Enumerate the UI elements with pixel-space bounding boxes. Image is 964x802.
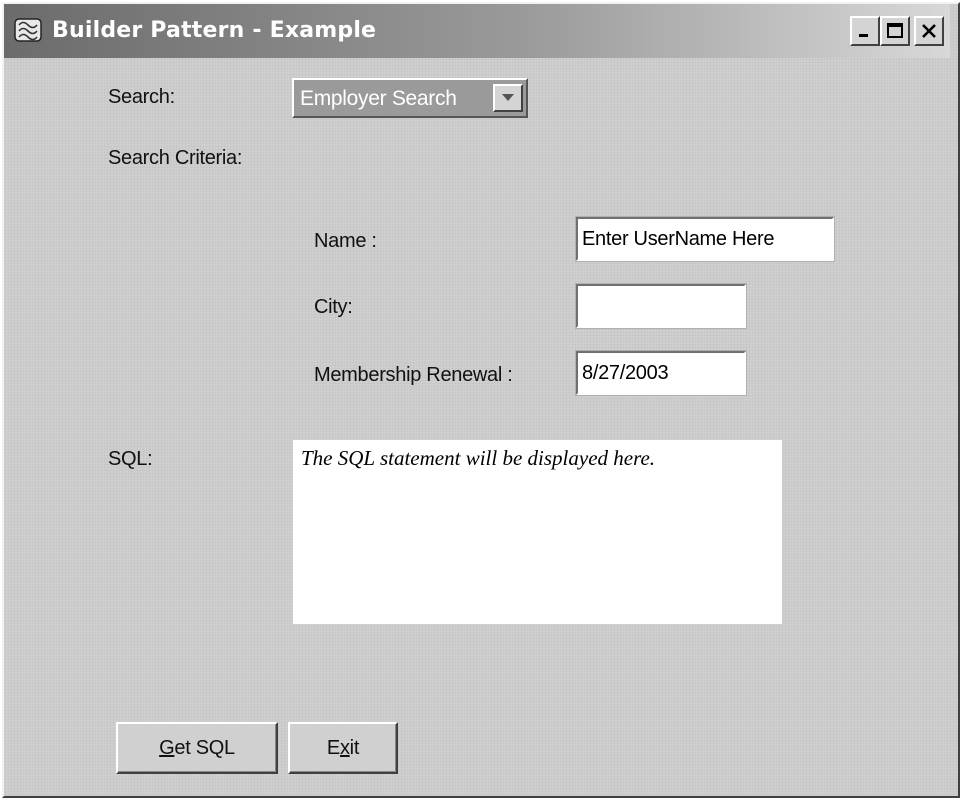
city-label: City:: [314, 296, 353, 318]
maximize-icon: [887, 23, 903, 38]
membership-renewal-label: Membership Renewal :: [314, 364, 513, 386]
minimize-button[interactable]: [850, 16, 880, 46]
sql-output-area[interactable]: The SQL statement will be displayed here…: [293, 440, 782, 624]
minimize-icon: [859, 34, 868, 37]
window-title: Builder Pattern - Example: [52, 18, 377, 43]
search-type-value: Employer Search: [300, 87, 457, 110]
exit-label-start: E: [326, 736, 340, 759]
close-icon: [922, 24, 936, 38]
search-criteria-label: Search Criteria:: [108, 147, 243, 169]
dropdown-arrow-button[interactable]: [493, 84, 523, 112]
maximize-button[interactable]: [880, 16, 910, 46]
get-sql-mnemonic: G: [159, 736, 175, 759]
city-input[interactable]: [575, 283, 747, 329]
exit-label-end: it: [349, 736, 360, 759]
get-sql-label: et SQL: [174, 736, 235, 759]
exit-button[interactable]: Ex it: [288, 722, 398, 774]
search-label: Search:: [108, 86, 175, 108]
app-window: [2, 2, 960, 798]
app-logo-icon: [14, 18, 42, 42]
search-type-dropdown[interactable]: Employer Search: [292, 78, 528, 118]
sql-label: SQL:: [108, 448, 153, 470]
title-bar[interactable]: Builder Pattern - Example: [4, 4, 950, 58]
get-sql-button[interactable]: Get SQL: [116, 722, 278, 774]
close-button[interactable]: [914, 16, 944, 46]
membership-renewal-input[interactable]: [575, 350, 747, 396]
sql-output-text: The SQL statement will be displayed here…: [301, 446, 656, 470]
name-label: Name :: [314, 230, 377, 252]
exit-mnemonic: x: [339, 736, 350, 759]
chevron-down-icon: [502, 94, 514, 101]
name-input[interactable]: [575, 216, 835, 262]
